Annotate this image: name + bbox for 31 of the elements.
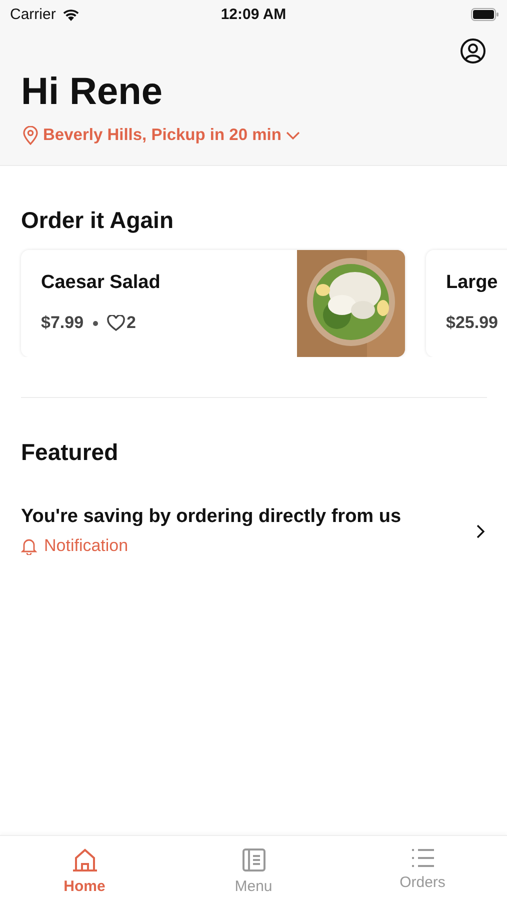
carrier-label: Carrier [10, 6, 56, 22]
section-title: Order it Again [21, 206, 174, 234]
item-price: $7.99 [41, 313, 84, 333]
featured-row[interactable]: You're saving by ordering directly from us Notification [0, 506, 507, 556]
heart-icon [106, 315, 125, 331]
list-icon [410, 848, 434, 868]
chevron-right-icon [476, 524, 485, 538]
location-selector[interactable]: Beverly Hills, Pickup in 20 min [43, 126, 282, 145]
item-name: Large [446, 272, 499, 294]
featured-tag: Notification [44, 536, 128, 556]
wifi-icon [62, 8, 80, 20]
featured-title: You're saving by ordering directly from us [21, 506, 402, 528]
book-icon [242, 848, 266, 872]
item-price: $25.99 [446, 313, 498, 333]
tab-item[interactable]: Orders [338, 836, 507, 900]
clock-time: 12:09 AM [220, 6, 286, 22]
location-pin-icon [23, 126, 38, 145]
account-icon[interactable] [460, 38, 486, 64]
dot-separator-icon [92, 320, 98, 326]
tab-item[interactable]: Home [0, 836, 169, 900]
battery-icon [471, 8, 499, 20]
bell-icon [21, 538, 37, 554]
like-count: 2 [126, 313, 136, 333]
item-card[interactable]: Large $25.99 [426, 250, 507, 357]
item-card[interactable]: Caesar Salad $7.99 2 [21, 250, 405, 357]
house-icon [70, 848, 98, 872]
greeting-title: Hi Rene [21, 70, 164, 114]
tab-item[interactable]: Menu [169, 836, 338, 900]
section-title: Featured [21, 438, 120, 466]
item-name: Caesar Salad [41, 272, 162, 294]
chevron-down-icon[interactable] [286, 131, 300, 140]
